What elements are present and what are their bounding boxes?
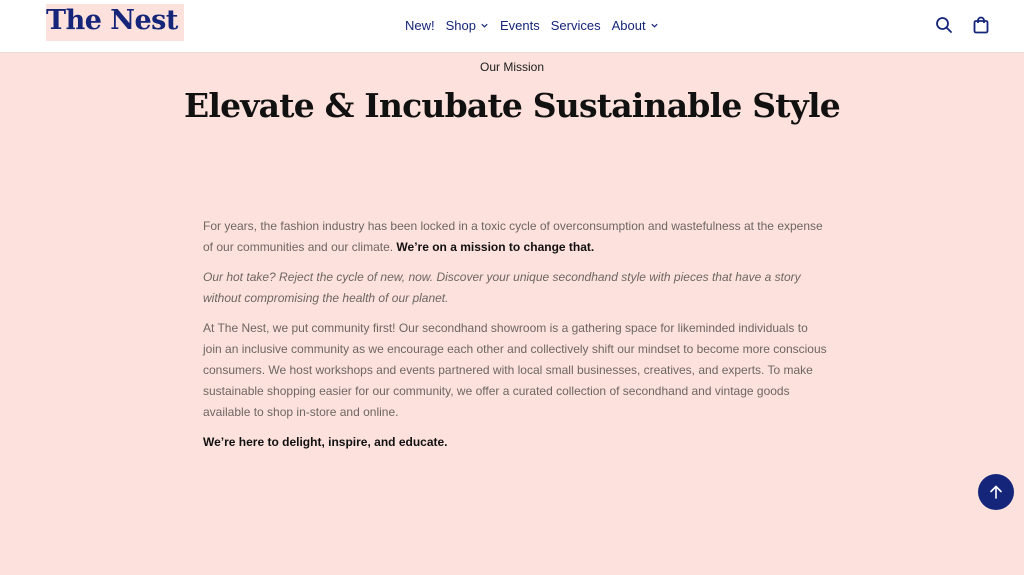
nav-item-label[interactable]: About bbox=[612, 18, 646, 33]
main-nav: New! Shop Events Services About bbox=[405, 16, 659, 34]
nav-item-about[interactable]: About bbox=[612, 18, 659, 33]
mission-body: For years, the fashion industry has been… bbox=[203, 216, 828, 462]
site-header: The Nest New! Shop Events Services About bbox=[0, 0, 1024, 53]
logo-text[interactable]: The Nest bbox=[46, 4, 178, 37]
shopping-bag-icon[interactable] bbox=[971, 15, 991, 35]
arrow-up-icon bbox=[990, 485, 1002, 499]
paragraph-closing: We’re here to delight, inspire, and educ… bbox=[203, 435, 448, 449]
nav-item-label[interactable]: Shop bbox=[446, 18, 476, 33]
nav-item-events[interactable]: Events bbox=[500, 18, 540, 33]
chevron-down-icon[interactable] bbox=[480, 21, 489, 30]
paragraph-emphasis: We’re on a mission to change that. bbox=[396, 240, 595, 254]
logo[interactable]: The Nest bbox=[46, 4, 184, 41]
scroll-to-top-button[interactable] bbox=[978, 474, 1014, 510]
paragraph-hot-take: Our hot take? Reject the cycle of new, n… bbox=[203, 270, 801, 305]
paragraph-intro: For years, the fashion industry has been… bbox=[203, 216, 828, 258]
search-icon[interactable] bbox=[934, 15, 954, 35]
paragraph-community: At The Nest, we put community first! Our… bbox=[203, 321, 827, 419]
nav-item-services[interactable]: Services bbox=[551, 18, 601, 33]
nav-item-label[interactable]: Events bbox=[500, 18, 540, 33]
nav-item-shop[interactable]: Shop bbox=[446, 18, 489, 33]
section-eyebrow: Our Mission bbox=[479, 60, 544, 74]
nav-item-new[interactable]: New! bbox=[405, 18, 435, 33]
nav-item-label[interactable]: New! bbox=[405, 18, 435, 33]
nav-item-label[interactable]: Services bbox=[551, 18, 601, 33]
page-title: Elevate & Incubate Sustainable Style bbox=[184, 86, 841, 125]
chevron-down-icon[interactable] bbox=[650, 21, 659, 30]
